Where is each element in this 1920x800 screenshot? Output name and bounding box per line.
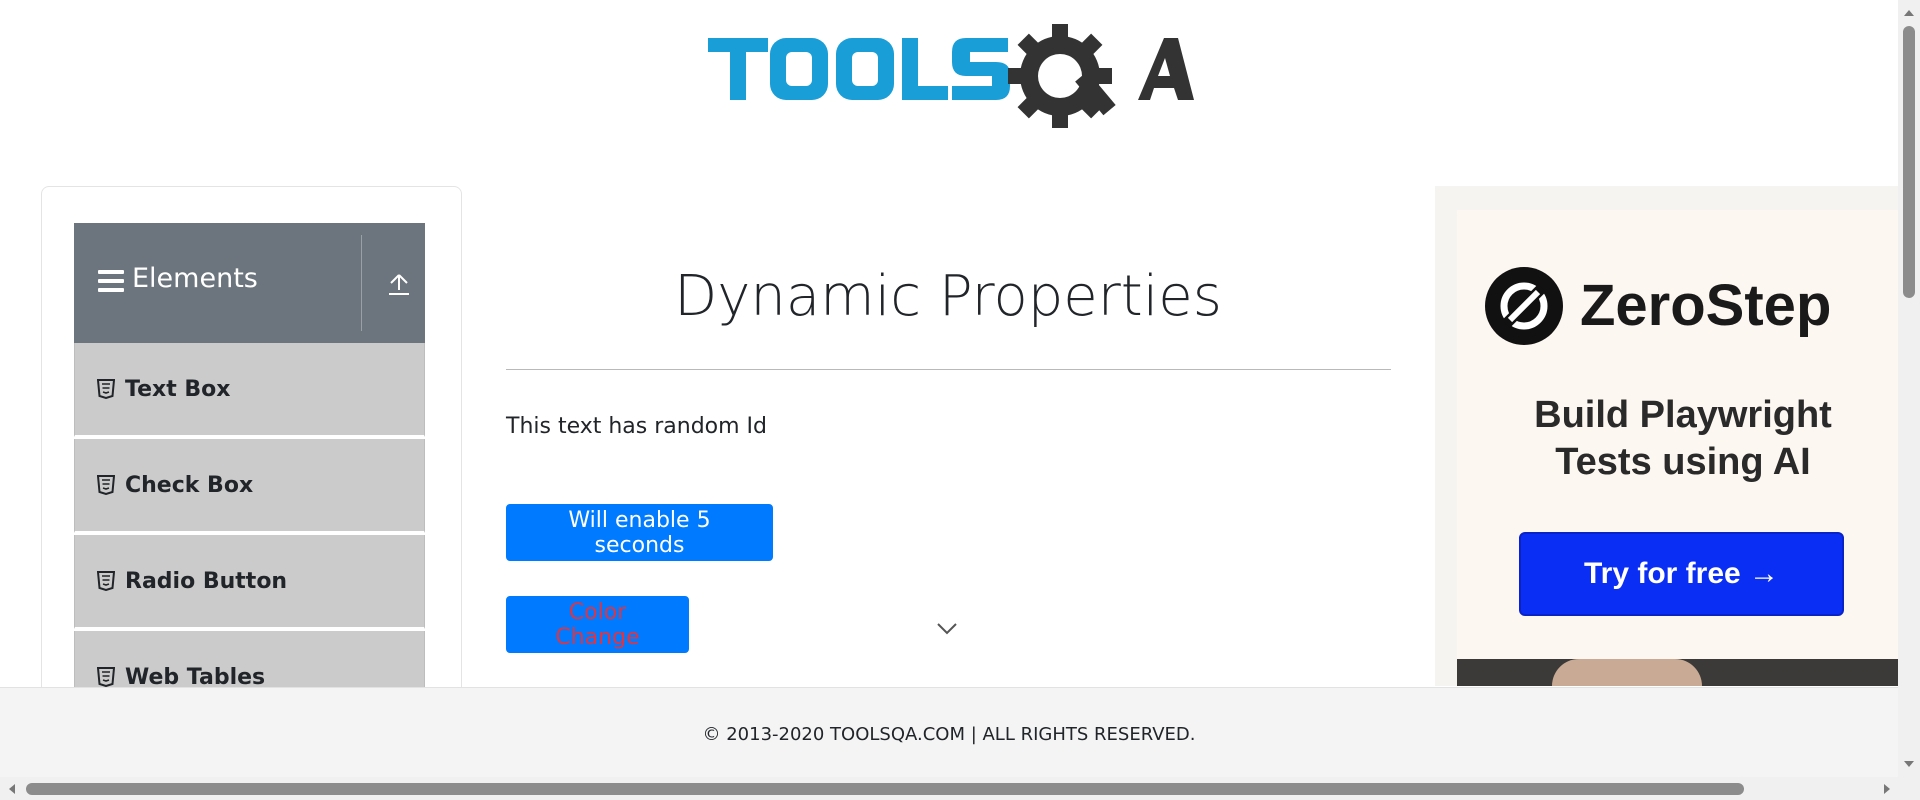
scroll-left-icon[interactable] — [5, 782, 19, 796]
sidebar-item-text-box[interactable]: Text Box — [74, 343, 425, 437]
zerostep-logo-icon — [1485, 267, 1563, 345]
ad-tagline-line1: Build Playwright — [1534, 394, 1832, 436]
random-id-text: This text has random Id — [506, 414, 768, 439]
ad-tagline: Build Playwright Tests using AI — [1460, 392, 1906, 486]
horizontal-scroll-thumb[interactable] — [26, 783, 1744, 795]
toolsqa-logo-icon — [708, 24, 1194, 128]
scroll-down-icon[interactable] — [1902, 757, 1916, 771]
toolsqa-logo[interactable] — [708, 22, 1194, 134]
ad-cta-button[interactable]: Try for free → — [1519, 532, 1844, 616]
html5-icon — [97, 475, 115, 495]
ad-photo — [1457, 659, 1898, 686]
ad-photo-face — [1552, 659, 1702, 686]
footer-copyright: © 2013-2020 TOOLSQA.COM | ALL RIGHTS RES… — [702, 724, 1196, 745]
sidebar-item-check-box[interactable]: Check Box — [74, 439, 425, 533]
scroll-right-icon[interactable] — [1880, 782, 1894, 796]
group-header-divider — [361, 235, 362, 331]
collapse-icon[interactable] — [386, 271, 412, 297]
chevron-down-icon[interactable] — [936, 622, 958, 636]
horizontal-scrollbar[interactable] — [0, 777, 1898, 800]
footer: © 2013-2020 TOOLSQA.COM | ALL RIGHTS RES… — [0, 687, 1898, 777]
menu-icon — [98, 270, 124, 296]
sidebar-item-label: Text Box — [125, 377, 231, 402]
html5-icon — [97, 667, 115, 687]
color-change-button[interactable]: Color Change — [506, 596, 689, 653]
html5-icon — [97, 571, 115, 591]
sidebar-item-radio-button[interactable]: Radio Button — [74, 535, 425, 629]
scrollbar-corner — [1898, 777, 1920, 800]
page-title: Dynamic Properties — [674, 264, 1222, 329]
ad-brand: ZeroStep — [1580, 273, 1832, 338]
vertical-scrollbar[interactable] — [1898, 0, 1920, 777]
scroll-up-icon[interactable] — [1902, 6, 1916, 20]
ad-tagline-line2: Tests using AI — [1555, 441, 1811, 483]
html5-icon — [97, 379, 115, 399]
sidebar-item-label: Check Box — [125, 473, 254, 498]
sidebar-item-label: Radio Button — [125, 569, 288, 594]
header — [0, 0, 1898, 150]
group-header-elements[interactable]: Elements — [74, 223, 425, 343]
vertical-scroll-thumb[interactable] — [1903, 26, 1915, 298]
group-title: Elements — [132, 263, 258, 294]
title-divider — [506, 369, 1391, 370]
enable-after-button[interactable]: Will enable 5 seconds — [506, 504, 773, 561]
